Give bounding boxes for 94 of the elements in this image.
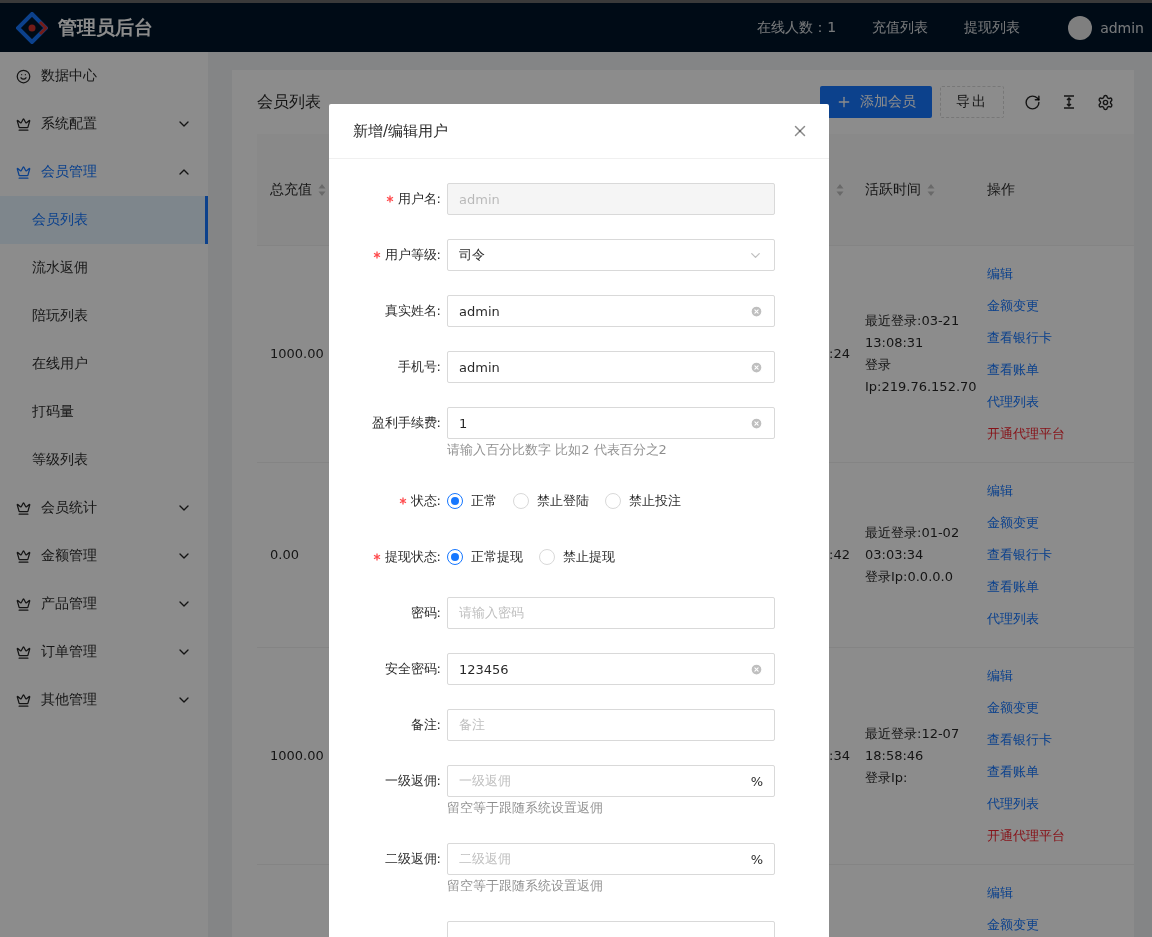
settings-icon[interactable] — [1097, 93, 1114, 111]
sidebar-item[interactable]: 会员统计 — [0, 484, 208, 532]
header-link[interactable]: 提现列表 — [964, 18, 1021, 37]
sort-icon[interactable] — [318, 182, 326, 197]
clear-icon[interactable] — [750, 304, 763, 318]
sidebar-item[interactable]: 其他管理 — [0, 676, 208, 724]
field-label: 提现状态: — [384, 548, 441, 566]
sidebar-item[interactable]: 系统配置 — [0, 100, 208, 148]
action-link[interactable]: 查看银行卡 — [987, 322, 1134, 354]
crown-icon — [16, 164, 31, 180]
field-label: 安全密码: — [384, 660, 441, 678]
reload-icon[interactable] — [1024, 93, 1041, 111]
crown-icon — [16, 500, 31, 516]
input-field[interactable]: admin — [447, 295, 775, 327]
field-hint: 留空等于跟随系统设置返佣 — [447, 799, 604, 817]
select-field[interactable]: 司令 — [447, 239, 775, 271]
clear-icon[interactable] — [750, 662, 763, 676]
input-field[interactable]: 二级返佣 % — [447, 843, 775, 875]
action-link[interactable]: 代理列表 — [987, 788, 1134, 820]
sort-icon[interactable] — [927, 182, 935, 197]
sidebar-item[interactable]: 金额管理 — [0, 532, 208, 580]
action-link[interactable]: 金额变更 — [987, 290, 1134, 322]
radio-label[interactable]: 禁止登陆 — [537, 492, 589, 510]
sort-icon[interactable] — [836, 182, 844, 197]
table-cell: 最近登录:03-21 13:08:31 登录 Ip:219.76.152.70 — [852, 246, 974, 463]
header-link[interactable]: 充值列表 — [872, 18, 929, 37]
sidebar-item[interactable]: 产品管理 — [0, 580, 208, 628]
action-link[interactable]: 开通代理平台 — [987, 418, 1134, 450]
action-link[interactable]: 查看银行卡 — [987, 539, 1134, 571]
crown-icon — [16, 692, 31, 708]
user-name[interactable]: admin — [1100, 19, 1144, 36]
export-button[interactable]: 导出 — [940, 86, 1004, 118]
logo-icon — [16, 11, 48, 44]
percent-suffix: % — [750, 851, 763, 867]
action-link[interactable]: 开通代理平台 — [987, 820, 1134, 852]
table-cell: 最近登录:01-02 03:03:34 登录Ip:0.0.0.0 — [852, 463, 974, 648]
action-link[interactable]: 金额变更 — [987, 507, 1134, 539]
crown-icon — [16, 596, 31, 612]
online-count: 在线人数：1 — [757, 18, 837, 37]
radio-label[interactable]: 禁止提现 — [563, 548, 615, 566]
sidebar-item[interactable]: 会员管理 — [0, 148, 208, 196]
smile-icon — [16, 68, 31, 84]
action-link[interactable]: 编辑 — [987, 475, 1134, 507]
field-label: 盈利手续费: — [371, 414, 441, 432]
field-label: 状态: — [410, 492, 441, 510]
crown-icon — [16, 548, 31, 564]
radio-label[interactable]: 正常 — [471, 492, 497, 510]
field-label: 手机号: — [397, 358, 441, 376]
action-link[interactable]: 查看银行卡 — [987, 724, 1134, 756]
plus-icon — [836, 94, 852, 110]
column-height-icon[interactable] — [1061, 94, 1077, 110]
action-link[interactable]: 代理列表 — [987, 386, 1134, 418]
avatar[interactable] — [1068, 15, 1093, 40]
action-link[interactable]: 编辑 — [987, 258, 1134, 290]
field-hint: 留空等于跟随系统设置返佣 — [447, 877, 604, 895]
app-title: 管理员后台 — [58, 14, 153, 40]
dialog-title: 新增/编辑用户 — [353, 121, 449, 141]
input-field[interactable]: 1 — [447, 407, 775, 439]
percent-suffix: % — [750, 773, 763, 789]
add-member-button[interactable]: 添加会员 — [820, 86, 932, 118]
action-link[interactable]: 编辑 — [987, 660, 1134, 692]
action-link[interactable]: 查看账单 — [987, 756, 1134, 788]
field-label: 二级返佣: — [384, 850, 441, 868]
crown-icon — [16, 116, 31, 132]
card-title: 会员列表 — [257, 91, 321, 113]
field-label: 用户名: — [397, 190, 441, 208]
radio-label[interactable]: 禁止投注 — [629, 492, 681, 510]
field-label: 一级返佣: — [384, 772, 441, 790]
table-cell: 最近登录:12-07 18:58:46 登录Ip: — [852, 648, 974, 865]
column-title: 活跃时间 — [865, 180, 921, 199]
field-hint: 请输入百分比数字 比如2 代表百分之2 — [447, 441, 668, 459]
sidebar-subitem[interactable]: 会员列表 — [0, 196, 208, 244]
column-title: 总充值 — [270, 180, 312, 199]
field-label: 真实姓名: — [384, 302, 441, 320]
crown-icon — [16, 644, 31, 660]
radio-button[interactable] — [447, 549, 463, 565]
action-link[interactable]: 金额变更 — [987, 692, 1134, 724]
action-link[interactable]: 编辑 — [987, 877, 1134, 909]
input-field[interactable]: 123456 — [447, 653, 775, 685]
action-link[interactable]: 查看账单 — [987, 354, 1134, 386]
field-label: 密码: — [410, 604, 441, 622]
field-label: 用户等级: — [384, 246, 441, 264]
action-link[interactable]: 金额变更 — [987, 909, 1134, 937]
column-title: 操作 — [987, 180, 1015, 199]
radio-label[interactable]: 正常提现 — [471, 548, 523, 566]
sidebar-item[interactable]: 数据中心 — [0, 52, 208, 100]
clear-icon[interactable] — [750, 416, 763, 430]
sidebar-item[interactable]: 订单管理 — [0, 628, 208, 676]
radio-button[interactable] — [447, 493, 463, 509]
clear-icon[interactable] — [750, 360, 763, 374]
action-link[interactable]: 查看账单 — [987, 571, 1134, 603]
input-field[interactable]: admin — [447, 351, 775, 383]
action-link[interactable]: 代理列表 — [987, 603, 1134, 635]
field-label: 备注: — [410, 716, 441, 734]
